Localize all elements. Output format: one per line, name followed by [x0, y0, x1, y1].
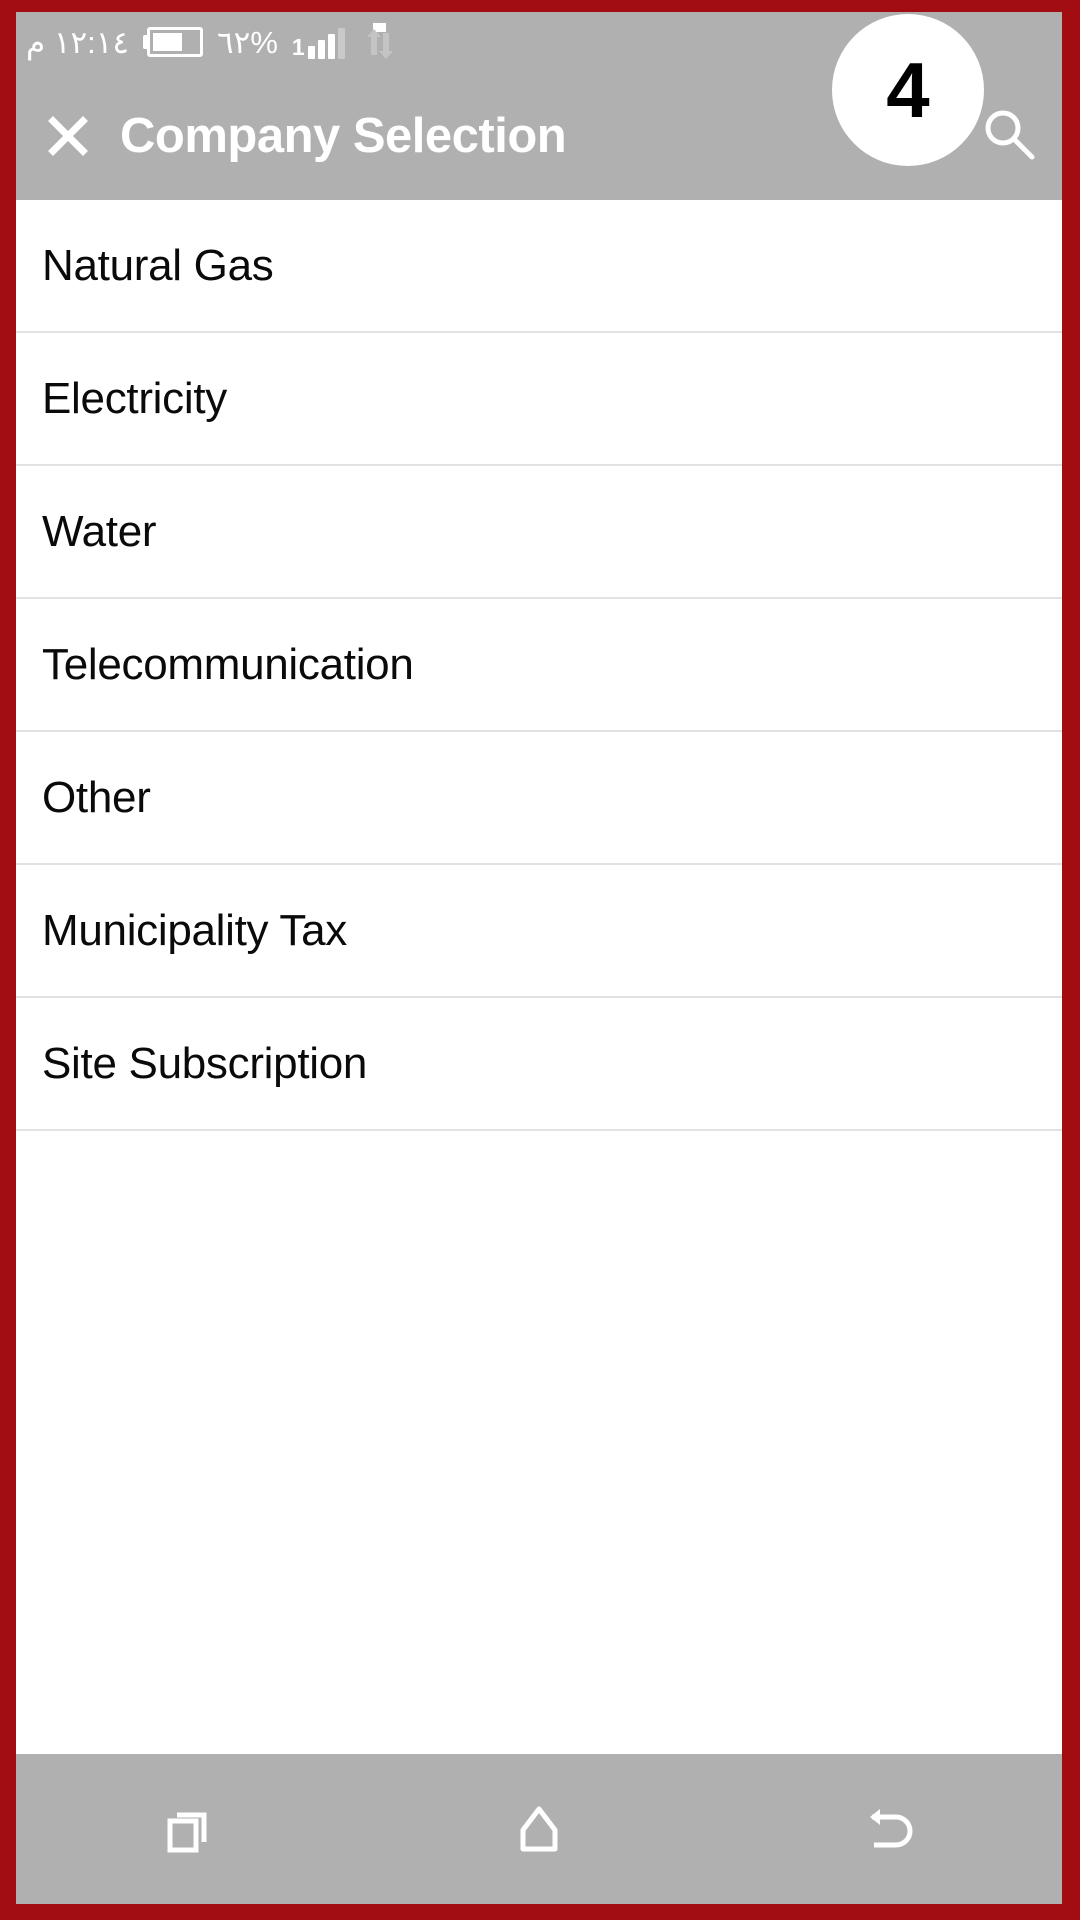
- list-item[interactable]: Municipality Tax: [16, 865, 1062, 998]
- list-item-label: Water: [42, 506, 157, 556]
- nav-recents-button[interactable]: [16, 1754, 365, 1904]
- page-title: Company Selection: [120, 109, 567, 163]
- list-item[interactable]: Site Subscription: [16, 998, 1062, 1131]
- app-bar-actions: 4: [822, 14, 1062, 200]
- signal-sim-number: 1: [291, 34, 305, 60]
- list-item[interactable]: Natural Gas: [16, 200, 1062, 333]
- screen: ١٢:١٤ م %٦٢ 1 Company Selection 4 Natura…: [16, 12, 1062, 1904]
- list-item[interactable]: Other: [16, 732, 1062, 865]
- app-bar: Company Selection 4: [16, 14, 1062, 200]
- list-item[interactable]: Water: [16, 466, 1062, 599]
- recents-icon: [160, 1799, 220, 1859]
- close-icon: [47, 115, 89, 157]
- company-list: Natural Gas Electricity Water Telecommun…: [16, 200, 1062, 1754]
- nav-home-button[interactable]: [365, 1754, 714, 1904]
- list-item-label: Other: [42, 772, 151, 822]
- battery-icon: [143, 27, 204, 57]
- list-item[interactable]: Electricity: [16, 333, 1062, 466]
- list-item-label: Telecommunication: [42, 639, 414, 689]
- list-item-label: Site Subscription: [42, 1038, 368, 1088]
- list-item-label: Natural Gas: [42, 240, 274, 290]
- search-icon: [978, 103, 1040, 170]
- badge-count: 4: [886, 46, 930, 134]
- list-item-label: Electricity: [42, 373, 227, 423]
- close-button[interactable]: [16, 72, 120, 200]
- search-button[interactable]: [978, 105, 1040, 167]
- status-bar-time: ١٢:١٤ م: [26, 24, 130, 60]
- status-bar-battery-percent: %٦٢: [217, 24, 278, 60]
- data-transfer-icon: [359, 21, 401, 63]
- list-item[interactable]: Telecommunication: [16, 599, 1062, 732]
- navigation-bar: [16, 1754, 1062, 1904]
- list-item-label: Municipality Tax: [42, 905, 347, 955]
- notification-badge[interactable]: 4: [832, 14, 984, 166]
- signal-bars-icon: 1: [292, 25, 345, 59]
- back-icon: [858, 1799, 918, 1859]
- nav-back-button[interactable]: [713, 1754, 1062, 1904]
- device-frame: ١٢:١٤ م %٦٢ 1 Company Selection 4 Natura…: [0, 0, 1080, 1920]
- home-icon: [509, 1799, 569, 1859]
